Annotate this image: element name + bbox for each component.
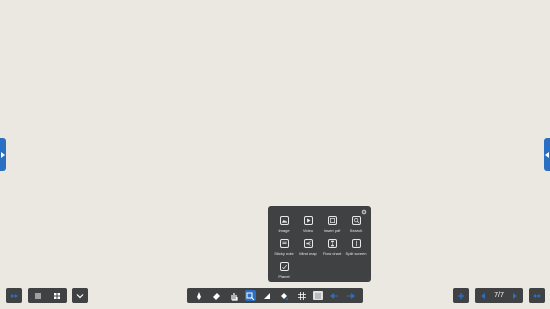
image-icon [279,216,289,225]
insert-video-button[interactable]: Video [295,216,321,233]
right-panel-toggle[interactable] [544,138,550,171]
insert-pdf-button[interactable]: Insert pdf [319,216,345,233]
insert-pdf-label: Insert pdf [323,228,341,233]
undo-button[interactable] [327,288,340,303]
paint-bucket-icon [281,292,289,300]
apps-button[interactable] [49,288,65,303]
dropdown-bar [72,288,88,303]
search-icon [351,216,361,225]
grid-icon [297,291,306,300]
pager-bar: 7/7 [475,288,523,303]
eraser-icon [213,292,221,300]
plus-icon [458,292,464,299]
double-arrow-icon [10,293,18,298]
redo-arrow-icon [347,292,356,299]
insert-video-label: Video [302,228,314,233]
sticky-note-label: Sticky note [274,251,294,256]
insert-image-button[interactable]: Image [271,216,297,233]
flow-chart-label: Flow chart [322,251,342,256]
left-panel-toggle[interactable] [0,138,6,171]
split-screen-label: Split screen [345,251,367,256]
eraser-tool-button[interactable] [210,288,223,303]
double-arrow-icon [533,293,541,298]
page-tool-button[interactable] [312,291,323,300]
chevron-down-icon [76,293,84,298]
sticky-note-button[interactable]: Sticky note [271,239,297,256]
expand-down-button[interactable] [72,288,88,303]
left-collapse-bar [6,288,22,303]
menu-bar [28,288,67,303]
insert-image-label: Image [278,228,290,233]
page-icon [314,292,321,299]
video-icon [303,216,313,225]
right-collapse-bar [529,288,545,303]
insert-icon [246,292,255,300]
search-button[interactable]: Search [343,216,369,233]
menu-icon [34,293,41,298]
page-indicator: 7/7 [494,292,504,299]
chevron-right-icon [1,151,5,158]
planet-button[interactable]: Planet [271,262,297,279]
shape-tool-button[interactable] [260,288,273,303]
triangle-left-icon [481,292,485,299]
pdf-icon [327,216,337,225]
mind-map-button[interactable]: Mind map [295,239,321,256]
settings-icon[interactable] [361,209,367,215]
add-page-button[interactable] [453,288,469,303]
split-screen-icon [351,239,361,248]
planet-label: Planet [278,274,290,279]
hand-tool-button[interactable] [227,288,240,303]
chevron-left-icon [545,151,549,158]
undo-arrow-icon [329,292,338,299]
collapse-left-button[interactable] [6,288,22,303]
pen-icon [196,291,201,300]
planet-icon [279,262,289,271]
triangle-icon [263,292,270,299]
sticky-note-icon [279,239,289,248]
split-screen-button[interactable]: Split screen [343,239,369,256]
apps-grid-icon [54,292,61,299]
prev-page-button[interactable] [478,288,488,303]
main-toolbar [187,288,363,303]
flow-chart-icon [327,239,337,248]
search-label: Search [349,228,363,233]
fill-tool-button[interactable] [278,288,291,303]
pen-tool-button[interactable] [192,288,205,303]
redo-button[interactable] [345,288,358,303]
flow-chart-button[interactable]: Flow chart [319,239,345,256]
insert-tool-button[interactable] [244,290,256,301]
mind-map-label: Mind map [299,251,317,256]
add-page-bar [453,288,469,303]
collapse-right-button[interactable] [529,288,545,303]
next-page-button[interactable] [510,288,520,303]
triangle-right-icon [512,292,517,299]
hand-icon [231,292,238,301]
menu-button[interactable] [30,288,46,303]
insert-menu: Image Video Insert pdf Search Sticky not… [268,206,371,282]
grid-tool-button[interactable] [295,288,308,303]
mind-map-icon [303,239,313,248]
